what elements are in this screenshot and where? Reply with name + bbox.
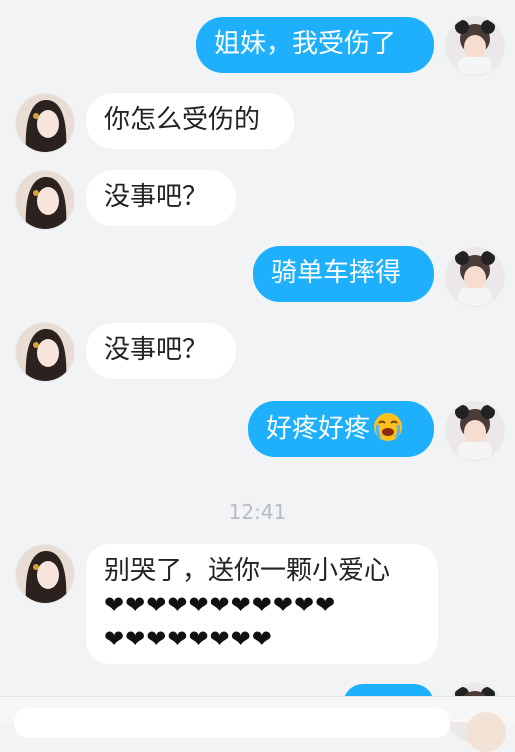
message-text: 没事吧？ — [104, 182, 209, 212]
message-text: 骑单车摔得 — [271, 258, 402, 288]
message-bubble-outgoing[interactable]: 好疼好疼 — [248, 401, 434, 457]
hearts-line: ❤❤❤❤❤❤❤❤❤❤❤ — [104, 591, 337, 619]
message-bubble-outgoing[interactable]: 姐妹，我受伤了 — [196, 17, 434, 73]
hearts-line: ❤❤❤❤❤❤❤❤ — [104, 625, 273, 653]
message-bubble-incoming[interactable]: 别哭了，送你一颗小爱心 ❤❤❤❤❤❤❤❤❤❤❤ ❤❤❤❤❤❤❤❤ — [86, 544, 438, 664]
message-bubble-incoming[interactable]: 没事吧？ — [86, 323, 236, 379]
contact-avatar[interactable] — [16, 323, 74, 381]
contact-avatar[interactable] — [16, 94, 74, 152]
user-avatar[interactable] — [446, 248, 504, 306]
message-text: 没事吧？ — [104, 335, 209, 365]
message-text: 姐妹，我受伤了 — [214, 29, 397, 59]
user-avatar[interactable] — [446, 17, 504, 75]
sticker-button[interactable] — [466, 712, 506, 752]
message-text: 好疼好疼 — [266, 414, 371, 444]
message-text: 别哭了，送你一颗小爱心 — [104, 556, 391, 586]
contact-avatar[interactable] — [16, 545, 74, 603]
message-bubble-incoming[interactable]: 没事吧？ — [86, 170, 236, 226]
user-avatar[interactable] — [446, 402, 504, 460]
crying-face-emoji-icon — [372, 411, 404, 443]
message-text: 你怎么受伤的 — [104, 105, 261, 135]
message-input[interactable] — [14, 708, 450, 738]
message-bubble-outgoing[interactable]: 骑单车摔得 — [253, 246, 434, 302]
message-bubble-incoming[interactable]: 你怎么受伤的 — [86, 93, 294, 149]
contact-avatar[interactable] — [16, 171, 74, 229]
message-timestamp: 12:41 — [228, 500, 287, 524]
